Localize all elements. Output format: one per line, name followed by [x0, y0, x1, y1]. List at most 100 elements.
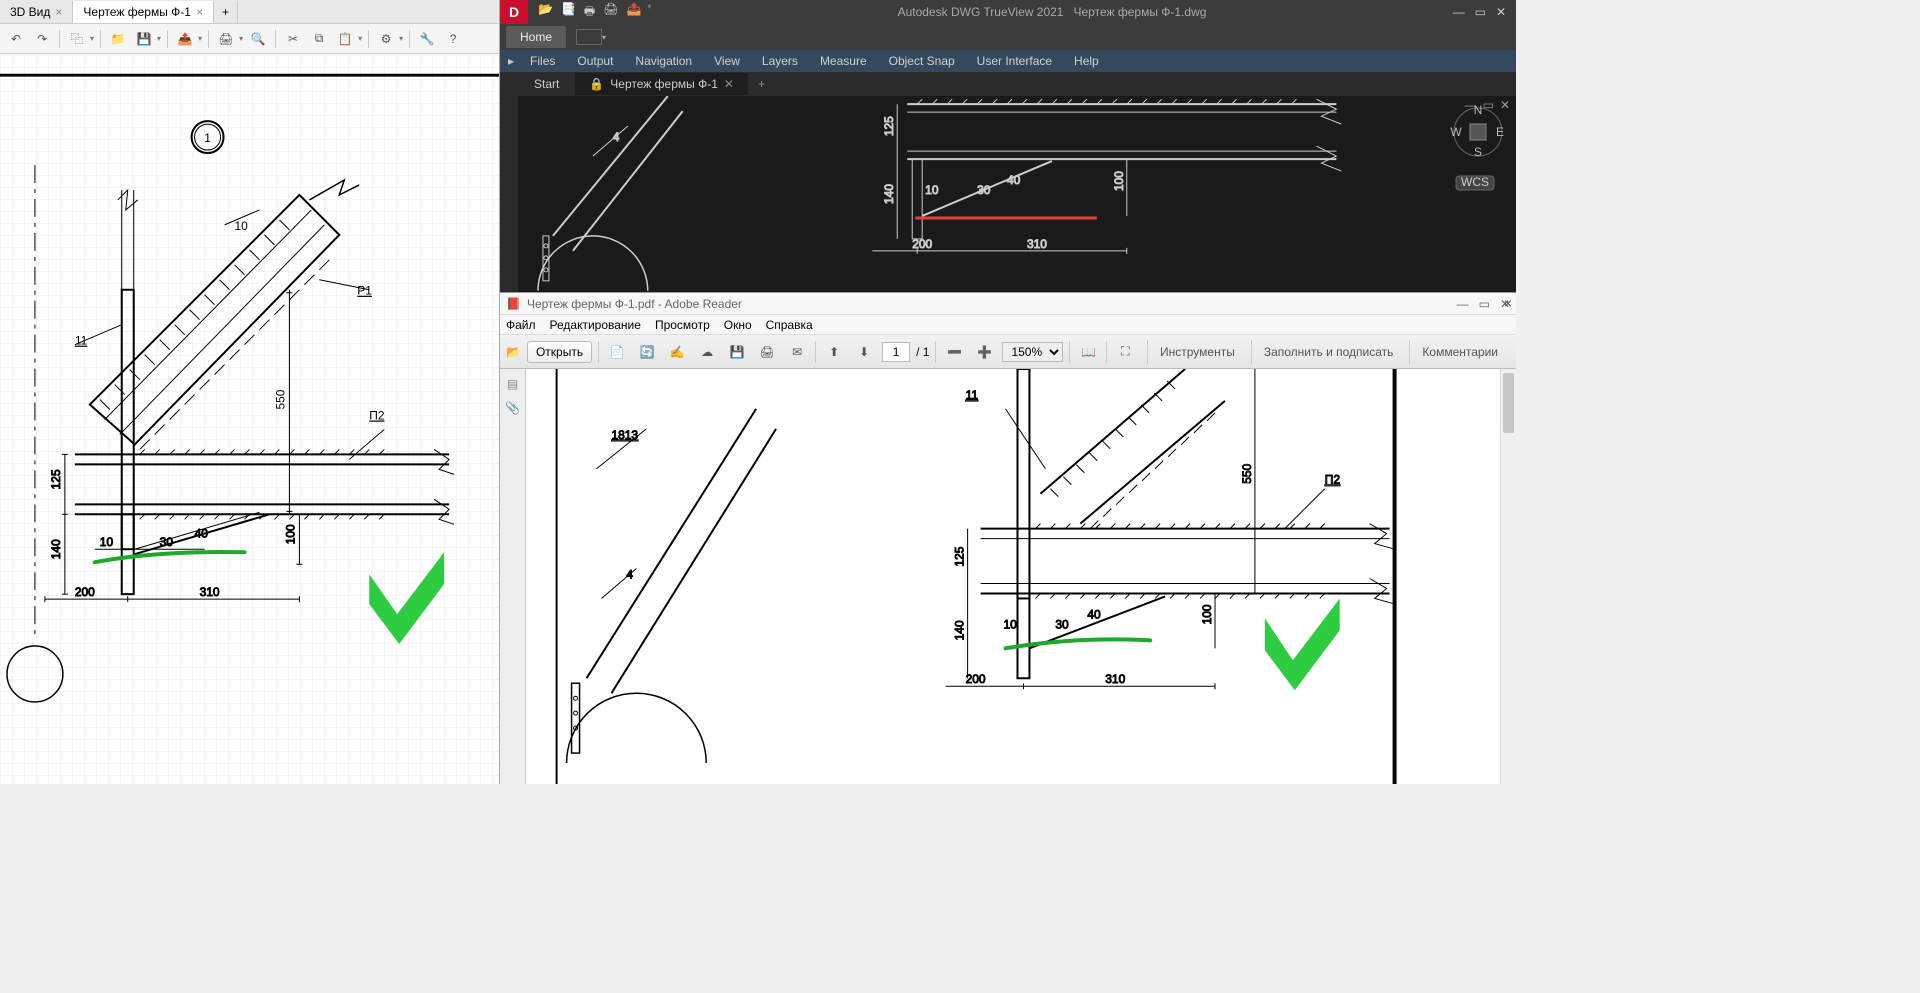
open-button[interactable]: Открыть: [527, 341, 592, 363]
save-icon[interactable]: 💾: [133, 28, 155, 50]
print-icon[interactable]: 🖶: [584, 2, 595, 23]
print-icon[interactable]: 🖨: [755, 340, 779, 364]
zoom-out-icon[interactable]: ➖: [942, 340, 966, 364]
cut-icon[interactable]: ✂: [282, 28, 304, 50]
dim-30: 30: [160, 535, 174, 549]
attachments-icon[interactable]: 📎: [505, 401, 520, 415]
leader-4: 4: [613, 130, 620, 144]
save-icon[interactable]: 💾: [725, 340, 749, 364]
menu-user-interface[interactable]: User Interface: [967, 51, 1062, 71]
trueview-logo-icon[interactable]: D: [500, 0, 528, 24]
dim-10s: 10: [100, 535, 114, 549]
menu-close-icon[interactable]: ×: [1504, 295, 1512, 311]
dropdown-icon[interactable]: ▾: [602, 33, 606, 42]
reader-viewport[interactable]: 1813 4 11: [526, 369, 1500, 784]
scrollbar-thumb[interactable]: [1503, 373, 1514, 433]
reader-panels: Инструменты Заполнить и подписать Коммен…: [1147, 340, 1510, 364]
tab-document[interactable]: 🔒Чертеж фермы Ф-1✕: [575, 73, 748, 95]
page-total: / 1: [916, 345, 929, 359]
reader-scrollbar[interactable]: [1500, 369, 1516, 784]
tab-3d-view[interactable]: 3D Вид×: [0, 1, 73, 23]
cloud-icon[interactable]: ☁: [695, 340, 719, 364]
dim-550: 550: [1240, 463, 1254, 483]
fullscreen-icon[interactable]: ⛶: [1113, 340, 1137, 364]
print-preview-icon[interactable]: 🔍: [247, 28, 269, 50]
export-icon[interactable]: 📤: [174, 28, 196, 50]
menu-measure[interactable]: Measure: [810, 51, 877, 71]
tab-add[interactable]: +: [214, 1, 238, 23]
left-canvas[interactable]: 1 10 P1: [0, 55, 499, 784]
panel-comments[interactable]: Комментарии: [1409, 340, 1510, 364]
dim-310: 310: [1027, 237, 1047, 251]
dropdown-icon[interactable]: ▾: [647, 2, 651, 23]
expand-icon[interactable]: ▸: [504, 54, 518, 68]
minimize-icon[interactable]: —: [1453, 5, 1465, 19]
reader-toolbar: 📂 Открыть 📄 🔄 ✍ ☁ 💾 🖨 ✉ ⬆ ⬇ / 1 ➖ ➕ 150%…: [500, 335, 1516, 369]
folder-open-icon[interactable]: 📁: [107, 28, 129, 50]
left-tabs: 3D Вид× Чертеж фермы Ф-1× +: [0, 0, 499, 24]
page-input[interactable]: [882, 342, 910, 362]
leader-10: 10: [235, 219, 249, 233]
redo-icon[interactable]: ↷: [31, 28, 53, 50]
menu-layers[interactable]: Layers: [752, 51, 808, 71]
copy-icon[interactable]: ⧉: [308, 28, 330, 50]
ribbon-home[interactable]: Home: [506, 26, 566, 48]
menu-window[interactable]: Окно: [724, 318, 752, 332]
email-icon[interactable]: ✉: [785, 340, 809, 364]
undo-icon[interactable]: ↶: [5, 28, 27, 50]
convert-icon[interactable]: 🔄: [635, 340, 659, 364]
dim-100: 100: [1200, 604, 1214, 624]
wrench-icon[interactable]: 🔧: [416, 28, 438, 50]
color-swatch[interactable]: [576, 29, 602, 45]
menu-help[interactable]: Help: [1064, 51, 1109, 71]
print-icon[interactable]: 🖨: [215, 28, 237, 50]
sheet-icon[interactable]: 📑: [561, 2, 576, 23]
reader-menubar: Файл Редактирование Просмотр Окно Справк…: [500, 315, 1516, 335]
menu-edit[interactable]: Редактирование: [550, 318, 641, 332]
open-icon[interactable]: 📂: [538, 2, 553, 23]
read-mode-icon[interactable]: 📖: [1076, 340, 1100, 364]
zoom-select[interactable]: 150%: [1002, 342, 1063, 362]
close-icon[interactable]: ×: [55, 5, 62, 19]
sign-icon[interactable]: ✍: [665, 340, 689, 364]
panel-fill-sign[interactable]: Заполнить и подписать: [1251, 340, 1406, 364]
menu-navigation[interactable]: Navigation: [625, 51, 702, 71]
menu-view[interactable]: View: [704, 51, 750, 71]
menu-object-snap[interactable]: Object Snap: [879, 51, 965, 71]
menu-view[interactable]: Просмотр: [655, 318, 710, 332]
page-next-icon[interactable]: ⬇: [852, 340, 876, 364]
view-cube[interactable]: N S E W WCS: [1450, 104, 1506, 207]
maximize-icon[interactable]: ▭: [1475, 5, 1486, 19]
maximize-icon[interactable]: ▭: [1479, 297, 1490, 311]
leader-4: 4: [626, 567, 633, 581]
create-pdf-icon[interactable]: 📄: [605, 340, 629, 364]
close-icon[interactable]: ✕: [724, 77, 734, 91]
window-buttons: — ▭ ✕: [1443, 5, 1516, 19]
zoom-in-icon[interactable]: ➕: [972, 340, 996, 364]
page-prev-icon[interactable]: ⬆: [822, 340, 846, 364]
tab-add[interactable]: +: [750, 73, 773, 95]
plot-icon[interactable]: 🖨: [603, 2, 618, 23]
close-icon[interactable]: ×: [196, 5, 203, 19]
publish-icon[interactable]: 📤: [626, 2, 641, 23]
leader-11: 11: [966, 388, 979, 402]
paste-icon[interactable]: 📋: [334, 28, 356, 50]
leader-1813: 1813: [611, 428, 638, 442]
close-icon[interactable]: ✕: [1496, 5, 1506, 19]
help-icon[interactable]: ?: [442, 28, 464, 50]
tab-start[interactable]: Start: [520, 73, 573, 95]
dim-100: 100: [1112, 171, 1126, 191]
minimize-icon[interactable]: —: [1457, 297, 1469, 311]
menu-output[interactable]: Output: [567, 51, 623, 71]
thumbnails-icon[interactable]: ▤: [507, 377, 518, 391]
panel-tools[interactable]: Инструменты: [1147, 340, 1247, 364]
menu-help[interactable]: Справка: [766, 318, 813, 332]
tab-drawing[interactable]: Чертеж фермы Ф-1×: [73, 1, 214, 23]
menu-files[interactable]: Files: [520, 51, 565, 71]
dim-10: 10: [925, 183, 939, 197]
menu-file[interactable]: Файл: [506, 318, 536, 332]
settings-icon[interactable]: ⚙: [375, 28, 397, 50]
copy-props-icon[interactable]: ⿻: [66, 28, 88, 50]
left-toolbar: ↶ ↷ ⿻▾ 📁 💾▾ 📤▾ 🖨▾ 🔍 ✂ ⧉ 📋▾ ⚙▾ 🔧 ?: [0, 24, 499, 54]
trueview-viewport[interactable]: —▭✕ 4: [518, 96, 1516, 292]
